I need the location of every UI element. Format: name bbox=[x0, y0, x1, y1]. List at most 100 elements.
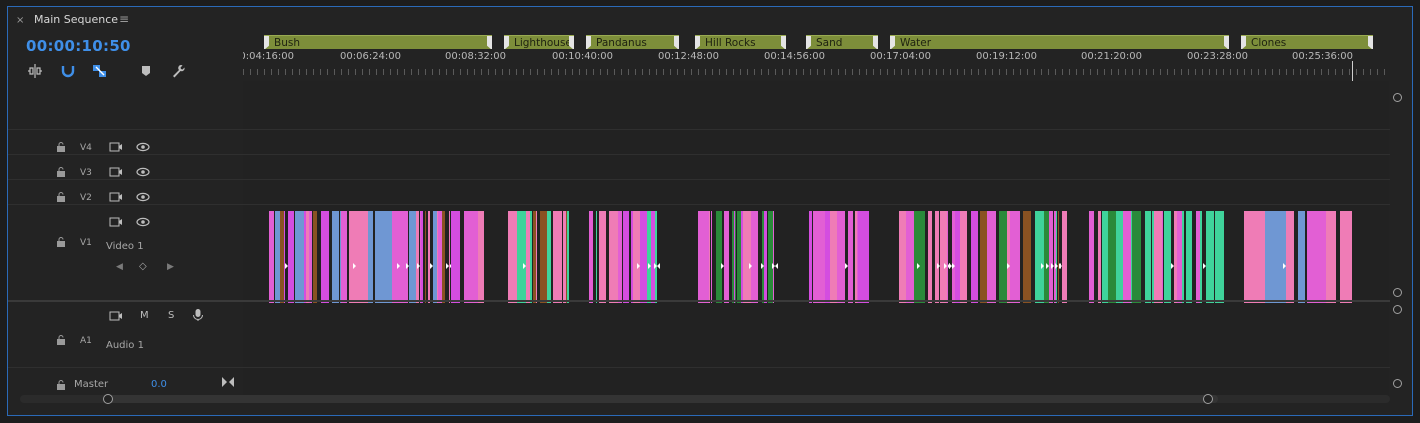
video-clip[interactable] bbox=[508, 211, 517, 303]
microphone-icon[interactable] bbox=[192, 308, 204, 322]
transition-icon[interactable] bbox=[654, 254, 660, 269]
video-clip[interactable] bbox=[618, 211, 622, 303]
mute-button[interactable]: M bbox=[140, 310, 149, 321]
lock-icon[interactable] bbox=[56, 237, 66, 247]
video-clip[interactable] bbox=[809, 211, 812, 303]
panel-menu-icon[interactable]: ≡ bbox=[119, 12, 129, 26]
video-clip[interactable] bbox=[425, 211, 426, 303]
video-clip[interactable] bbox=[764, 211, 767, 303]
video-clip[interactable] bbox=[309, 211, 312, 303]
close-tab-icon[interactable]: × bbox=[16, 15, 24, 26]
video-clip[interactable] bbox=[987, 211, 996, 303]
video-clip[interactable] bbox=[858, 211, 865, 303]
sync-lock-icon[interactable] bbox=[109, 166, 123, 178]
video-clip[interactable] bbox=[1186, 211, 1192, 303]
video-clip[interactable] bbox=[711, 211, 712, 303]
video-clip[interactable] bbox=[421, 211, 423, 303]
audio-scroll-bottom-handle[interactable] bbox=[1393, 379, 1402, 388]
video-clip[interactable] bbox=[1098, 211, 1101, 303]
marker-water[interactable]: Water bbox=[890, 35, 1229, 49]
master-volume-value[interactable]: 0.0 bbox=[151, 379, 167, 390]
video-clip[interactable] bbox=[540, 211, 547, 303]
add-keyframe-icon[interactable]: ◇ bbox=[139, 261, 147, 272]
video-clip[interactable] bbox=[1023, 211, 1031, 303]
video-clip[interactable] bbox=[530, 211, 532, 303]
video-clip[interactable] bbox=[899, 211, 906, 303]
eye-icon[interactable] bbox=[136, 191, 150, 203]
video-clip[interactable] bbox=[1298, 211, 1305, 303]
lock-icon[interactable] bbox=[56, 335, 66, 345]
video-clip[interactable] bbox=[596, 211, 597, 303]
video-clip[interactable] bbox=[971, 211, 978, 303]
video-clip[interactable] bbox=[947, 211, 948, 303]
video-clip[interactable] bbox=[929, 211, 932, 303]
transition-icon[interactable] bbox=[772, 254, 778, 269]
zoom-right-handle[interactable] bbox=[1203, 394, 1213, 404]
video-clip[interactable] bbox=[848, 211, 853, 303]
eye-icon[interactable] bbox=[136, 216, 150, 228]
track-label-v4[interactable]: V4 bbox=[80, 143, 92, 153]
video-clip[interactable] bbox=[269, 211, 274, 303]
video-clip[interactable] bbox=[1162, 211, 1163, 303]
video-clip[interactable] bbox=[1062, 211, 1067, 303]
video-clip[interactable] bbox=[341, 211, 347, 303]
add-marker-icon[interactable] bbox=[137, 62, 155, 80]
video-clip[interactable] bbox=[609, 211, 618, 303]
eye-icon[interactable] bbox=[136, 141, 150, 153]
solo-button[interactable]: S bbox=[168, 310, 174, 321]
video-clip[interactable] bbox=[735, 211, 736, 303]
video-clip[interactable] bbox=[288, 211, 294, 303]
video-clip[interactable] bbox=[865, 211, 869, 303]
video-clip[interactable] bbox=[1326, 211, 1336, 303]
prev-keyframe-icon[interactable]: ◀ bbox=[116, 262, 123, 272]
video-clip[interactable] bbox=[567, 211, 569, 303]
video-clip[interactable] bbox=[1013, 211, 1020, 303]
video-clip[interactable] bbox=[449, 211, 450, 303]
video-clip[interactable] bbox=[455, 211, 460, 303]
zoom-left-handle[interactable] bbox=[103, 394, 113, 404]
video-clip[interactable] bbox=[1200, 211, 1202, 303]
vertical-scrollbar[interactable] bbox=[1390, 81, 1404, 399]
video-clip[interactable] bbox=[1307, 211, 1323, 303]
video-clip[interactable] bbox=[1154, 211, 1162, 303]
video-clip[interactable] bbox=[442, 211, 445, 303]
video-clip[interactable] bbox=[469, 211, 478, 303]
video-clip[interactable] bbox=[313, 211, 317, 303]
video-clip[interactable] bbox=[999, 211, 1007, 303]
video-clip[interactable] bbox=[700, 211, 709, 303]
next-keyframe-icon[interactable]: ▶ bbox=[167, 262, 174, 272]
video-clip[interactable] bbox=[1210, 211, 1214, 303]
horizontal-scrollbar[interactable] bbox=[20, 394, 1390, 404]
linked-selection-icon[interactable] bbox=[92, 62, 110, 80]
video-clip[interactable] bbox=[553, 211, 562, 303]
sync-lock-icon[interactable] bbox=[109, 310, 123, 322]
video-scroll-bottom-handle[interactable] bbox=[1393, 288, 1402, 297]
video-clip[interactable] bbox=[920, 211, 925, 303]
lock-icon[interactable] bbox=[56, 380, 66, 390]
video-clip[interactable] bbox=[547, 211, 551, 303]
wrench-settings-icon[interactable] bbox=[170, 62, 188, 80]
insert-edit-icon[interactable] bbox=[26, 62, 44, 80]
video-clip[interactable] bbox=[1219, 211, 1224, 303]
video-clip[interactable] bbox=[332, 211, 339, 303]
video-clip[interactable] bbox=[816, 211, 825, 303]
video-clip[interactable] bbox=[368, 211, 373, 303]
sync-lock-icon[interactable] bbox=[109, 216, 123, 228]
video-clip[interactable] bbox=[1132, 211, 1141, 303]
video-clip[interactable] bbox=[724, 211, 729, 303]
video-clip[interactable] bbox=[1108, 211, 1116, 303]
time-ruler[interactable]: Bush Lighthouse Pandanus Hill Rocks Sand Wate… bbox=[243, 31, 1391, 101]
marker-bush[interactable]: Bush bbox=[264, 35, 492, 49]
track-label-a1[interactable]: A1 bbox=[80, 336, 92, 346]
video-scroll-top-handle[interactable] bbox=[1393, 93, 1402, 102]
marker-pandanus[interactable]: Pandanus bbox=[586, 35, 679, 49]
audio-scroll-top-handle[interactable] bbox=[1393, 305, 1402, 314]
lock-icon[interactable] bbox=[56, 167, 66, 177]
video-clip[interactable] bbox=[359, 211, 368, 303]
video-clip[interactable] bbox=[1164, 211, 1171, 303]
track-label-v2[interactable]: V2 bbox=[80, 193, 92, 203]
track-name-video-1[interactable]: Video 1 bbox=[106, 241, 144, 252]
track-label-v1[interactable]: V1 bbox=[80, 238, 92, 248]
video-clip[interactable] bbox=[478, 211, 484, 303]
track-label-v3[interactable]: V3 bbox=[80, 168, 92, 178]
